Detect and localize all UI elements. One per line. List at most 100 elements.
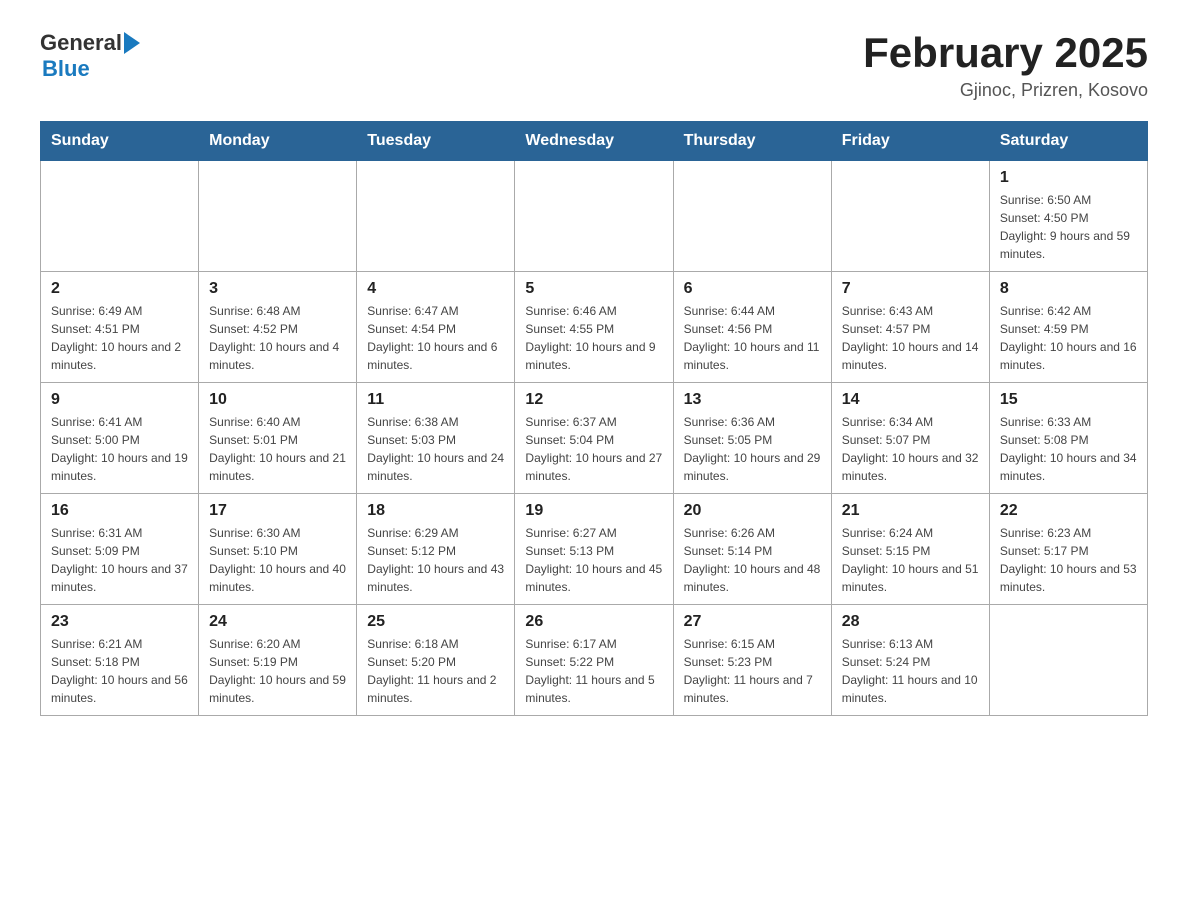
day-number: 19 xyxy=(525,502,662,520)
day-number: 5 xyxy=(525,280,662,298)
day-cell: 8 Sunrise: 6:42 AMSunset: 4:59 PMDaylight… xyxy=(989,272,1147,383)
day-number: 12 xyxy=(525,391,662,409)
day-number: 17 xyxy=(209,502,346,520)
day-cell: 28Sunrise: 6:13 AMSunset: 5:24 PMDayligh… xyxy=(831,605,989,716)
week-row-5: 23 Sunrise: 6:21 AMSunset: 5:18 PMDayligh… xyxy=(41,605,1148,716)
day-number: 8 xyxy=(1000,280,1137,298)
week-row-1: 1 Sunrise: 6:50 AMSunset: 4:50 PMDaylight… xyxy=(41,161,1148,272)
day-cell: 15Sunrise: 6:33 AMSunset: 5:08 PMDayligh… xyxy=(989,383,1147,494)
day-info: Sunrise: 6:40 AMSunset: 5:01 PMDaylight:… xyxy=(209,413,346,485)
day-number: 20 xyxy=(684,502,821,520)
day-number: 4 xyxy=(367,280,504,298)
day-cell: 18 Sunrise: 6:29 AMSunset: 5:12 PMDayligh… xyxy=(357,494,515,605)
day-number: 1 xyxy=(1000,169,1137,187)
day-cell xyxy=(357,161,515,272)
week-row-3: 9Sunrise: 6:41 AMSunset: 5:00 PMDaylight… xyxy=(41,383,1148,494)
day-info: Sunrise: 6:20 AMSunset: 5:19 PMDaylight:… xyxy=(209,635,346,707)
day-info: Sunrise: 6:43 AMSunset: 4:57 PMDaylight:… xyxy=(842,302,979,374)
day-info: Sunrise: 6:30 AMSunset: 5:10 PMDaylight:… xyxy=(209,524,346,596)
day-cell: 16 Sunrise: 6:31 AMSunset: 5:09 PMDayligh… xyxy=(41,494,199,605)
day-number: 16 xyxy=(51,502,188,520)
logo: General Blue xyxy=(40,30,140,82)
day-info: Sunrise: 6:31 AMSunset: 5:09 PMDaylight:… xyxy=(51,524,188,596)
day-number: 22 xyxy=(1000,502,1137,520)
day-info: Sunrise: 6:21 AMSunset: 5:18 PMDaylight:… xyxy=(51,635,188,707)
day-number: 25 xyxy=(367,613,504,631)
day-info: Sunrise: 6:50 AMSunset: 4:50 PMDaylight:… xyxy=(1000,191,1137,263)
day-number: 21 xyxy=(842,502,979,520)
day-cell xyxy=(199,161,357,272)
day-number: 9 xyxy=(51,391,188,409)
day-info: Sunrise: 6:36 AMSunset: 5:05 PMDaylight:… xyxy=(684,413,821,485)
day-info: Sunrise: 6:23 AMSunset: 5:17 PMDaylight:… xyxy=(1000,524,1137,596)
day-info: Sunrise: 6:42 AMSunset: 4:59 PMDaylight:… xyxy=(1000,302,1137,374)
day-number: 13 xyxy=(684,391,821,409)
day-info: Sunrise: 6:17 AMSunset: 5:22 PMDaylight:… xyxy=(525,635,662,707)
day-info: Sunrise: 6:49 AMSunset: 4:51 PMDaylight:… xyxy=(51,302,188,374)
day-number: 7 xyxy=(842,280,979,298)
logo-text-blue: Blue xyxy=(42,56,90,81)
day-cell: 3Sunrise: 6:48 AMSunset: 4:52 PMDaylight… xyxy=(199,272,357,383)
header-row: SundayMondayTuesdayWednesdayThursdayFrid… xyxy=(41,122,1148,161)
title-section: February 2025 Gjinoc, Prizren, Kosovo xyxy=(863,30,1148,101)
day-cell: 21 Sunrise: 6:24 AMSunset: 5:15 PMDayligh… xyxy=(831,494,989,605)
col-header-saturday: Saturday xyxy=(989,122,1147,161)
day-number: 24 xyxy=(209,613,346,631)
day-cell: 13 Sunrise: 6:36 AMSunset: 5:05 PMDayligh… xyxy=(673,383,831,494)
page-header: General Blue February 2025 Gjinoc, Prizr… xyxy=(40,30,1148,101)
day-cell: 26 Sunrise: 6:17 AMSunset: 5:22 PMDayligh… xyxy=(515,605,673,716)
calendar-body: 1 Sunrise: 6:50 AMSunset: 4:50 PMDaylight… xyxy=(41,161,1148,716)
day-number: 28 xyxy=(842,613,979,631)
day-cell: 9Sunrise: 6:41 AMSunset: 5:00 PMDaylight… xyxy=(41,383,199,494)
day-cell: 17 Sunrise: 6:30 AMSunset: 5:10 PMDayligh… xyxy=(199,494,357,605)
day-info: Sunrise: 6:24 AMSunset: 5:15 PMDaylight:… xyxy=(842,524,979,596)
col-header-friday: Friday xyxy=(831,122,989,161)
day-number: 26 xyxy=(525,613,662,631)
day-number: 11 xyxy=(367,391,504,409)
day-cell: 6 Sunrise: 6:44 AMSunset: 4:56 PMDaylight… xyxy=(673,272,831,383)
day-number: 23 xyxy=(51,613,188,631)
day-info: Sunrise: 6:33 AMSunset: 5:08 PMDaylight:… xyxy=(1000,413,1137,485)
day-cell: 23 Sunrise: 6:21 AMSunset: 5:18 PMDayligh… xyxy=(41,605,199,716)
calendar-header: SundayMondayTuesdayWednesdayThursdayFrid… xyxy=(41,122,1148,161)
day-info: Sunrise: 6:48 AMSunset: 4:52 PMDaylight:… xyxy=(209,302,346,374)
day-info: Sunrise: 6:18 AMSunset: 5:20 PMDaylight:… xyxy=(367,635,504,707)
day-cell: 14 Sunrise: 6:34 AMSunset: 5:07 PMDayligh… xyxy=(831,383,989,494)
day-cell: 2 Sunrise: 6:49 AMSunset: 4:51 PMDaylight… xyxy=(41,272,199,383)
day-number: 10 xyxy=(209,391,346,409)
day-cell: 12 Sunrise: 6:37 AMSunset: 5:04 PMDayligh… xyxy=(515,383,673,494)
day-info: Sunrise: 6:37 AMSunset: 5:04 PMDaylight:… xyxy=(525,413,662,485)
week-row-2: 2 Sunrise: 6:49 AMSunset: 4:51 PMDaylight… xyxy=(41,272,1148,383)
day-info: Sunrise: 6:38 AMSunset: 5:03 PMDaylight:… xyxy=(367,413,504,485)
day-info: Sunrise: 6:26 AMSunset: 5:14 PMDaylight:… xyxy=(684,524,821,596)
day-number: 27 xyxy=(684,613,821,631)
day-info: Sunrise: 6:34 AMSunset: 5:07 PMDaylight:… xyxy=(842,413,979,485)
calendar-table: SundayMondayTuesdayWednesdayThursdayFrid… xyxy=(40,121,1148,716)
day-number: 6 xyxy=(684,280,821,298)
day-number: 2 xyxy=(51,280,188,298)
col-header-monday: Monday xyxy=(199,122,357,161)
day-info: Sunrise: 6:15 AMSunset: 5:23 PMDaylight:… xyxy=(684,635,821,707)
day-cell: 1 Sunrise: 6:50 AMSunset: 4:50 PMDaylight… xyxy=(989,161,1147,272)
day-info: Sunrise: 6:47 AMSunset: 4:54 PMDaylight:… xyxy=(367,302,504,374)
col-header-thursday: Thursday xyxy=(673,122,831,161)
day-info: Sunrise: 6:44 AMSunset: 4:56 PMDaylight:… xyxy=(684,302,821,374)
day-cell: 5 Sunrise: 6:46 AMSunset: 4:55 PMDaylight… xyxy=(515,272,673,383)
col-header-tuesday: Tuesday xyxy=(357,122,515,161)
day-cell: 20 Sunrise: 6:26 AMSunset: 5:14 PMDayligh… xyxy=(673,494,831,605)
day-cell xyxy=(831,161,989,272)
col-header-wednesday: Wednesday xyxy=(515,122,673,161)
day-cell: 4 Sunrise: 6:47 AMSunset: 4:54 PMDaylight… xyxy=(357,272,515,383)
day-cell: 10 Sunrise: 6:40 AMSunset: 5:01 PMDayligh… xyxy=(199,383,357,494)
day-number: 18 xyxy=(367,502,504,520)
day-cell: 24 Sunrise: 6:20 AMSunset: 5:19 PMDayligh… xyxy=(199,605,357,716)
day-cell: 11 Sunrise: 6:38 AMSunset: 5:03 PMDayligh… xyxy=(357,383,515,494)
day-cell xyxy=(673,161,831,272)
logo-arrow-icon xyxy=(124,32,140,54)
day-info: Sunrise: 6:46 AMSunset: 4:55 PMDaylight:… xyxy=(525,302,662,374)
day-cell: 22 Sunrise: 6:23 AMSunset: 5:17 PMDayligh… xyxy=(989,494,1147,605)
day-number: 14 xyxy=(842,391,979,409)
calendar-subtitle: Gjinoc, Prizren, Kosovo xyxy=(863,80,1148,101)
day-info: Sunrise: 6:29 AMSunset: 5:12 PMDaylight:… xyxy=(367,524,504,596)
logo-text-general: General xyxy=(40,30,122,56)
